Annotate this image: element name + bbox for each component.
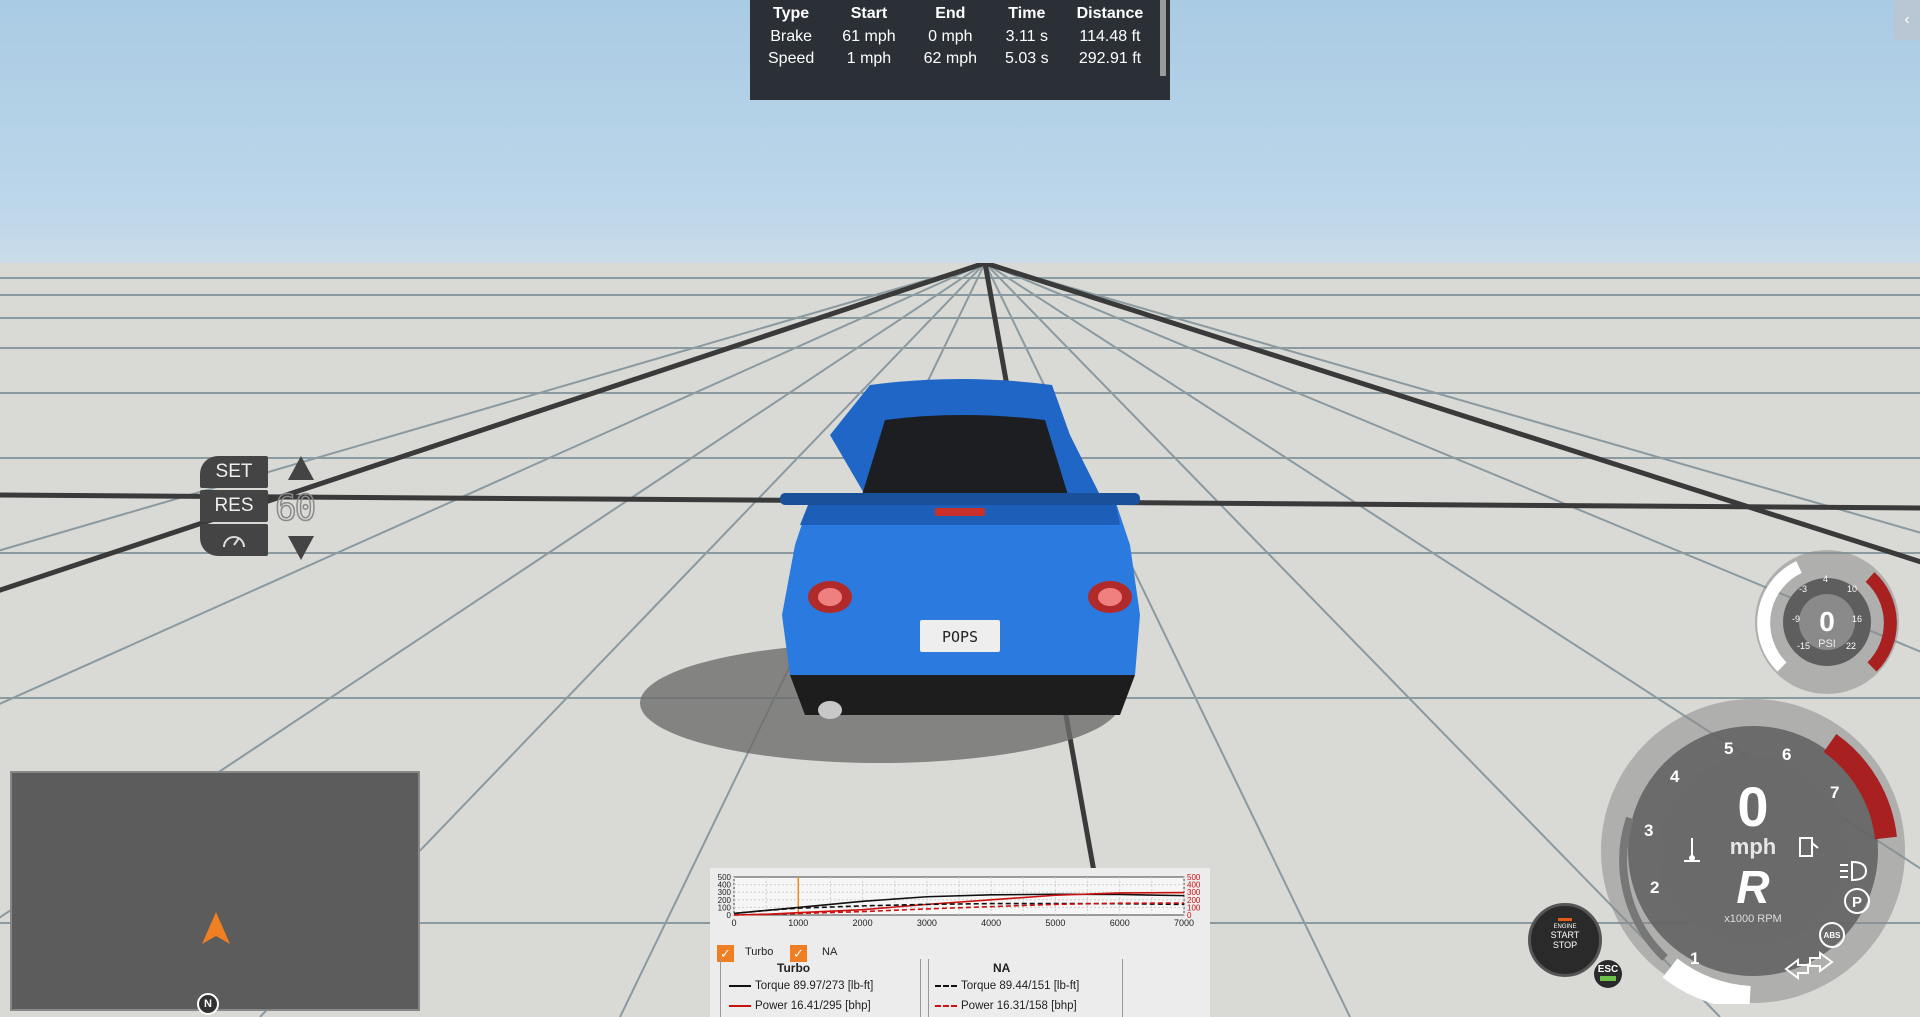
player-arrow-icon xyxy=(202,912,230,944)
cruise-resume-button[interactable]: RES xyxy=(200,490,268,522)
torque-curve-panel: 500 400 300 200 100 0 500 400 300 200 100 0 0 1000 2… xyxy=(710,868,1210,1017)
boost-value: 0 xyxy=(1819,606,1835,637)
x-tick-label: 1000 xyxy=(788,918,808,928)
divider xyxy=(720,959,721,1017)
speed-value: 0 xyxy=(1737,775,1768,838)
boost-tick: -9 xyxy=(1792,614,1800,624)
na-torque-value: Torque 89.44/151 [lb-ft] xyxy=(961,980,1080,992)
boost-unit: PSI xyxy=(1818,638,1836,650)
na-checkbox-label: NA xyxy=(822,946,838,958)
collapse-panel-button[interactable]: ‹ xyxy=(1894,0,1920,40)
engine-label-3: STOP xyxy=(1552,940,1578,950)
rpm-tick: 2 xyxy=(1650,878,1659,897)
header-distance: Distance xyxy=(1076,5,1144,22)
cell: 1 mph xyxy=(846,50,892,67)
na-torque-row: Torque 89.44/151 [lb-ft] xyxy=(935,980,1079,992)
cruise-decrease-button[interactable] xyxy=(288,536,314,560)
table-row: Speed 1 mph 62 mph 5.03 s 292.91 ft xyxy=(754,48,1157,70)
cell: 61 mph xyxy=(842,28,896,45)
engine-start-stop-button[interactable]: ENGINE START STOP xyxy=(1528,903,1602,977)
x-tick-label: 6000 xyxy=(1110,918,1130,928)
table-row: Brake 61 mph 0 mph 3.11 s 114.48 ft xyxy=(754,26,1157,48)
turbo-torque-value: Torque 89.97/273 [lb-ft] xyxy=(755,980,874,992)
abs-label: ABS xyxy=(1824,931,1842,940)
boost-tick: 10 xyxy=(1847,584,1857,594)
x-tick-label: 5000 xyxy=(1045,918,1065,928)
torque-curve-chart: 5004003002001000 5004003002001000 0 1000 2… xyxy=(718,873,1201,928)
cruise-control: SET RES 60 xyxy=(200,452,340,564)
divider xyxy=(928,959,929,1017)
turbo-torque-row: Torque 89.97/273 [lb-ft] xyxy=(729,980,873,992)
rpm-tick: 4 xyxy=(1670,767,1680,786)
cell: 0 mph xyxy=(928,28,973,45)
north-indicator: N xyxy=(197,993,219,1015)
x-tick-label: 0 xyxy=(731,918,736,928)
rpm-tick: 7 xyxy=(1830,783,1839,802)
car: POPS xyxy=(780,379,1140,719)
cell: 3.11 s xyxy=(1005,28,1049,45)
x-tick-label: 7000 xyxy=(1174,918,1194,928)
boost-tick: -15 xyxy=(1797,641,1810,651)
cruise-set-button[interactable]: SET xyxy=(200,456,268,488)
x-tick-label: 4000 xyxy=(981,918,1001,928)
header-start: Start xyxy=(850,5,888,22)
boost-tick: -3 xyxy=(1799,584,1807,594)
na-checkbox[interactable]: ✓ xyxy=(790,945,807,962)
turbo-checkbox-label: Turbo xyxy=(745,946,774,958)
boost-tick: 16 xyxy=(1852,614,1862,624)
license-plate: POPS xyxy=(942,628,978,646)
cell: Speed xyxy=(768,50,815,67)
power-dashed-swatch xyxy=(935,1004,957,1007)
cruise-gauge-icon xyxy=(223,536,245,548)
divider xyxy=(1122,959,1123,1017)
engine-label-2: START xyxy=(1550,930,1580,940)
na-column-header: NA xyxy=(993,961,1011,975)
cell: 62 mph xyxy=(923,50,978,67)
cell: Brake xyxy=(770,28,813,45)
divider xyxy=(920,959,921,1017)
rpm-label: x1000 RPM xyxy=(1724,913,1781,925)
results-scrollbar[interactable] xyxy=(1160,0,1166,76)
cell: 5.03 s xyxy=(1005,50,1049,67)
boost-tick: 4 xyxy=(1823,574,1828,584)
power-solid-swatch xyxy=(729,1004,751,1007)
esc-label: ESC xyxy=(1597,964,1619,975)
cruise-increase-button[interactable] xyxy=(288,456,314,480)
rpm-tick: 3 xyxy=(1644,821,1653,840)
esc-status-bar xyxy=(1600,976,1616,981)
header-end: End xyxy=(935,5,966,22)
cell: 114.48 ft xyxy=(1079,28,1141,45)
esc-indicator: ESC xyxy=(1594,960,1622,988)
na-power-value: Power 16.31/158 [bhp] xyxy=(961,1000,1077,1012)
turbo-power-value: Power 16.41/295 [bhp] xyxy=(755,1000,871,1012)
results-table: Type Start End Time Distance Brake 61 mp… xyxy=(754,4,1157,70)
rpm-tick: 6 xyxy=(1782,745,1791,764)
x-tick-label: 2000 xyxy=(853,918,873,928)
results-panel: Type Start End Time Distance Brake 61 mp… xyxy=(750,0,1170,100)
speed-rpm-gauge: 0 mph R x1000 RPM 1 2 3 4 5 6 7 P ABS xyxy=(1601,699,1905,1004)
rpm-tick: 1 xyxy=(1690,949,1699,968)
turbo-power-row: Power 16.41/295 [bhp] xyxy=(729,1000,871,1012)
torque-dashed-swatch xyxy=(935,984,957,987)
cruise-toggle-button[interactable] xyxy=(200,524,268,556)
boost-tick: 22 xyxy=(1846,641,1856,651)
cell: 292.91 ft xyxy=(1078,50,1142,67)
minimap xyxy=(10,771,420,1011)
engine-led xyxy=(1558,918,1572,921)
header-type: Type xyxy=(773,5,810,22)
header-time: Time xyxy=(1008,5,1046,22)
torque-solid-swatch xyxy=(729,984,751,987)
cruise-speed-display: 60 xyxy=(274,487,317,530)
speed-unit: mph xyxy=(1730,834,1776,859)
x-tick-label: 3000 xyxy=(917,918,937,928)
turbo-column-header: Turbo xyxy=(777,961,811,975)
gear-indicator: R xyxy=(1736,861,1769,913)
parking-label: P xyxy=(1852,894,1862,911)
na-power-row: Power 16.31/158 [bhp] xyxy=(935,1000,1077,1012)
rpm-tick: 5 xyxy=(1724,739,1733,758)
boost-gauge: 0 PSI -15 -9 -3 4 10 16 22 xyxy=(1755,550,1899,694)
